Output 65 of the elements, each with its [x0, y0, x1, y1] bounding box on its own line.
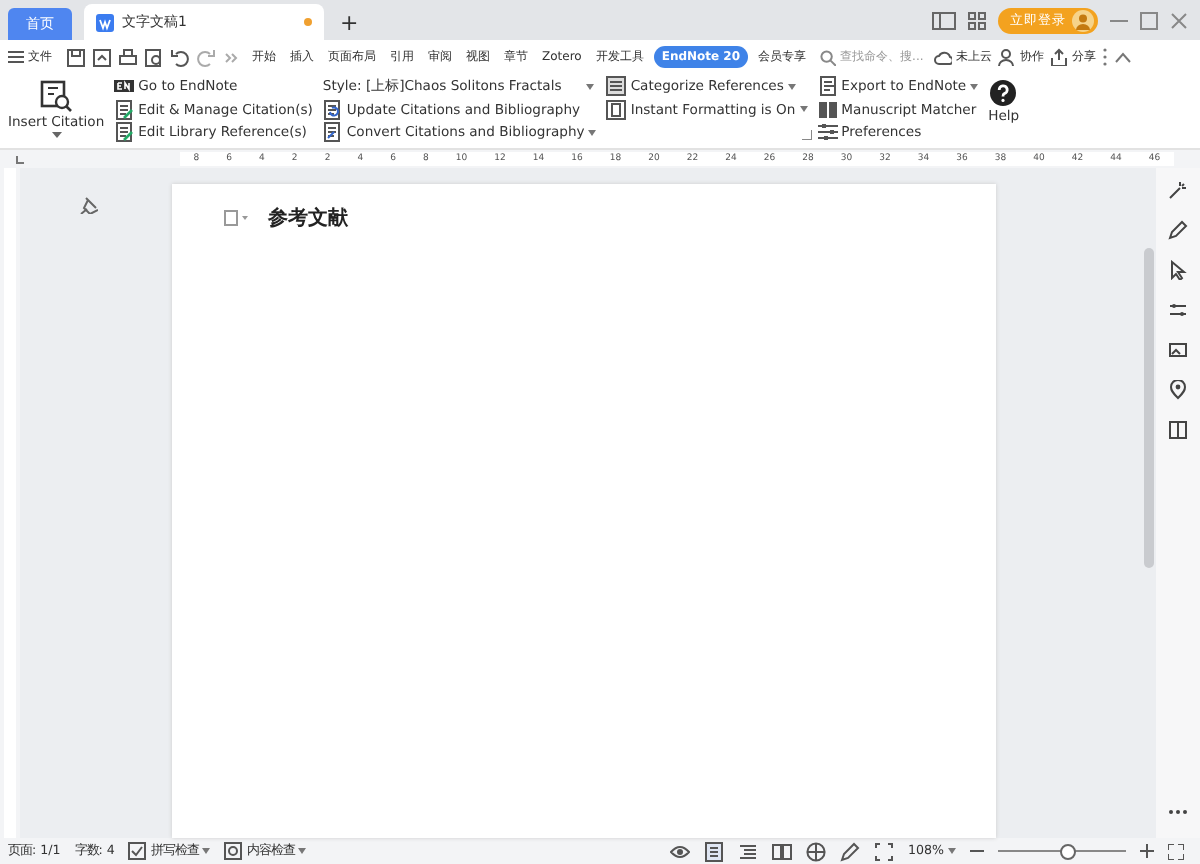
eye-icon[interactable] — [669, 841, 690, 861]
magic-icon[interactable] — [1168, 180, 1188, 200]
convert-document-icon[interactable] — [322, 122, 343, 143]
format-icon[interactable] — [606, 99, 627, 120]
caret-icon[interactable] — [588, 129, 597, 136]
caret-icon[interactable] — [799, 106, 808, 113]
caret-icon[interactable] — [948, 848, 956, 854]
export-icon[interactable] — [92, 47, 112, 67]
print-icon[interactable] — [118, 47, 138, 67]
fullscreen-icon[interactable] — [1168, 843, 1184, 859]
cursor-icon[interactable] — [1168, 260, 1188, 280]
caret-icon[interactable] — [585, 83, 594, 90]
caret-icon[interactable] — [298, 848, 307, 854]
adjust-icon[interactable] — [1168, 300, 1188, 320]
citation-icon[interactable] — [40, 80, 73, 112]
preview-icon[interactable] — [144, 47, 164, 67]
content-check-icon[interactable] — [224, 842, 243, 860]
sliders-icon[interactable] — [817, 122, 838, 143]
refresh-document-icon[interactable] — [322, 99, 343, 120]
new-tab-button[interactable]: + — [336, 4, 363, 40]
share-icon[interactable] — [1050, 48, 1069, 66]
layout-icon[interactable] — [932, 11, 956, 29]
zoom-slider-thumb[interactable] — [1060, 844, 1077, 860]
edit-document-icon[interactable] — [114, 122, 135, 143]
collapse-icon[interactable] — [1114, 51, 1133, 63]
export-icon[interactable] — [817, 76, 838, 97]
book-icon[interactable] — [1168, 420, 1188, 440]
help-icon[interactable] — [990, 80, 1017, 106]
zoom-out-icon[interactable] — [970, 844, 984, 858]
page-view-icon[interactable] — [703, 841, 724, 861]
maximize-icon[interactable] — [1140, 11, 1158, 29]
kebab-icon[interactable] — [1102, 48, 1109, 66]
location-icon[interactable] — [1168, 380, 1188, 400]
scroll-thumb[interactable] — [1144, 248, 1154, 568]
spell-check-icon[interactable] — [128, 842, 147, 860]
globe-icon[interactable] — [805, 841, 826, 861]
close-icon[interactable] — [1170, 11, 1188, 29]
expand-icon[interactable] — [801, 130, 812, 140]
edit-document-icon[interactable] — [114, 99, 135, 120]
categorize-icon[interactable] — [606, 76, 627, 97]
paragraph-icon[interactable] — [224, 210, 248, 226]
image-edit-icon[interactable] — [1168, 340, 1188, 360]
scrollbar[interactable] — [1144, 168, 1156, 838]
caret-icon[interactable] — [970, 83, 979, 90]
tab-stop-icon[interactable] — [16, 155, 24, 163]
zoom-in-icon[interactable] — [1140, 844, 1154, 858]
pen-icon[interactable] — [1168, 220, 1188, 240]
book-icon[interactable] — [817, 99, 838, 120]
caret-icon[interactable] — [202, 848, 211, 854]
endnote-icon[interactable] — [114, 76, 135, 97]
caret-icon[interactable] — [787, 83, 796, 90]
document-icon[interactable] — [96, 13, 114, 31]
search-icon[interactable] — [820, 49, 837, 65]
save-icon[interactable] — [66, 47, 86, 67]
grid-icon[interactable] — [968, 11, 986, 29]
document-heading: 参考文献 — [268, 205, 348, 232]
pen-icon[interactable] — [839, 841, 860, 861]
undo-icon[interactable] — [170, 47, 190, 67]
fit-icon[interactable] — [873, 841, 894, 861]
menu-icon[interactable] — [8, 50, 24, 64]
book-icon[interactable] — [771, 841, 792, 861]
caret-icon[interactable] — [51, 132, 62, 138]
person-icon[interactable] — [998, 48, 1017, 66]
cloud-icon[interactable] — [934, 48, 953, 66]
outline-icon[interactable] — [737, 841, 758, 861]
